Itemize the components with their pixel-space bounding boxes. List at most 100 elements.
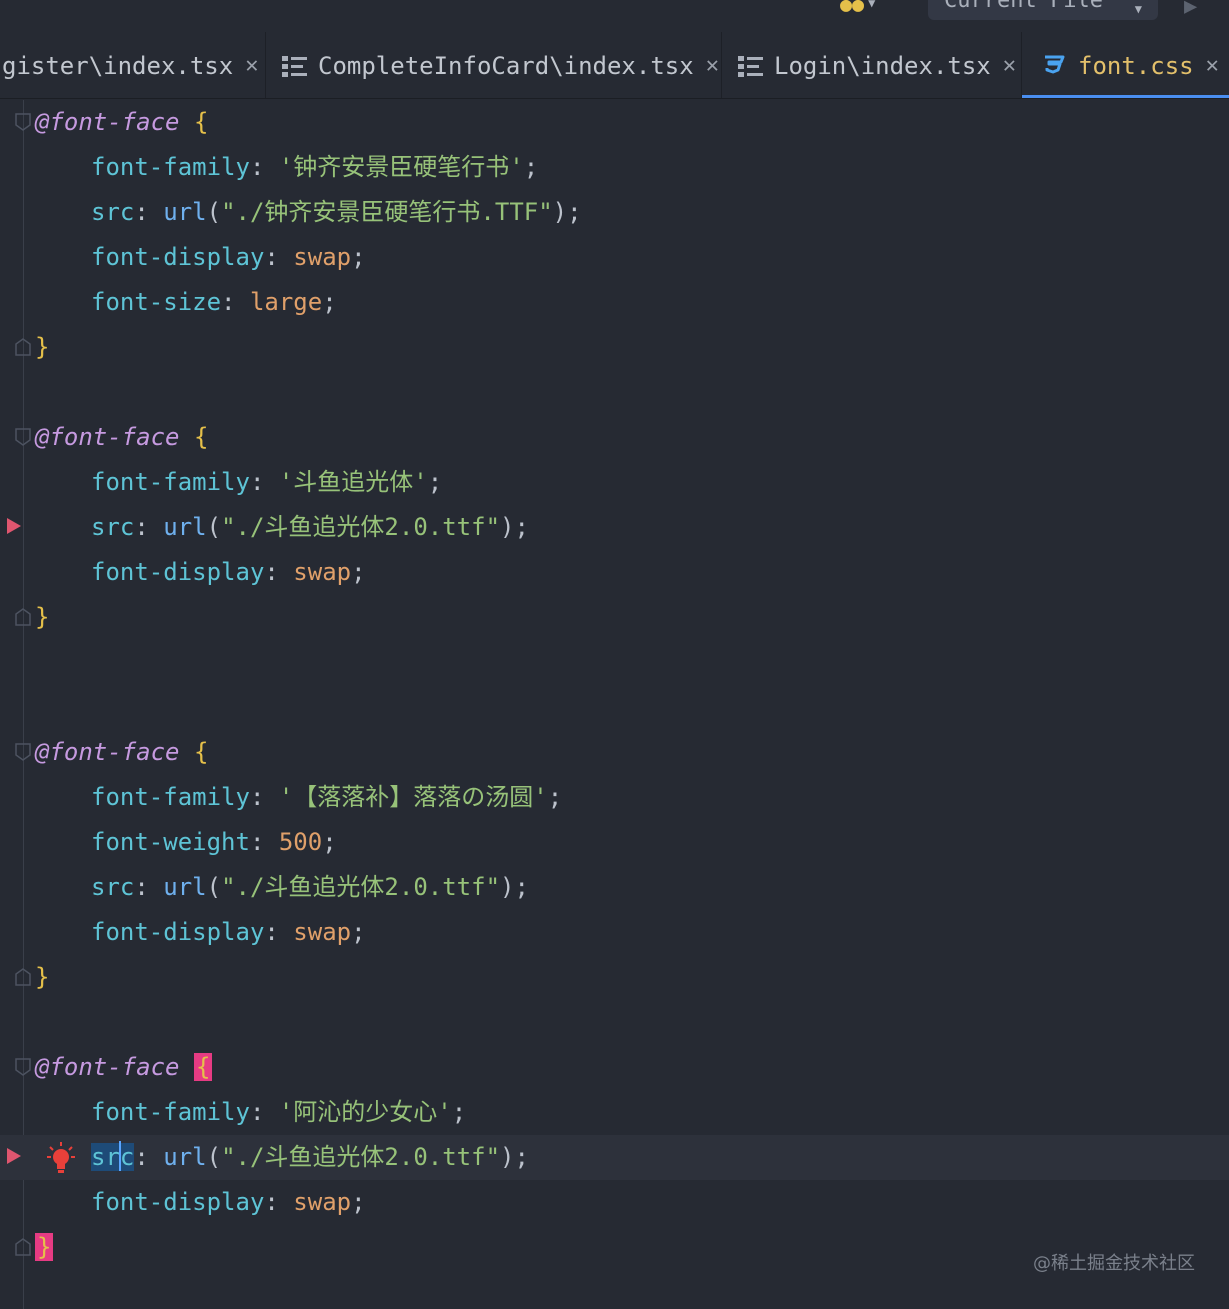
semicolon: ; (567, 198, 582, 226)
at-rule: @font-face (35, 108, 180, 136)
at-rule: @font-face (35, 1053, 180, 1081)
close-brace-matched: } (35, 1233, 54, 1261)
css-string-value: "./斗鱼追光体2.0.ttf" (221, 513, 501, 541)
code-line[interactable]: font-display: swap; (0, 910, 1229, 955)
code-line[interactable]: } (0, 955, 1229, 1000)
active-tab-indicator (1022, 95, 1229, 98)
fold-close-icon[interactable] (15, 338, 31, 356)
css-property-part: sr (91, 1143, 120, 1171)
run-configuration-select[interactable]: Current File ▼ (928, 0, 1158, 20)
run-button[interactable]: ▶ (1184, 0, 1197, 19)
fold-close-icon[interactable] (15, 608, 31, 626)
css-function: url (163, 198, 207, 226)
css-function: url (163, 1143, 207, 1171)
users-icon: ●● (840, 0, 865, 16)
css-property-part: c (119, 1143, 135, 1171)
code-line[interactable]: } (0, 325, 1229, 370)
semicolon: ; (322, 828, 337, 856)
code-line[interactable]: font-display: swap; (0, 235, 1229, 280)
colon: : (264, 1188, 294, 1216)
current-code-line[interactable]: src: url("./斗鱼追光体2.0.ttf"); (0, 1135, 1229, 1180)
css-string-value: '【落落补】落落の汤圆' (278, 783, 548, 811)
css-property: font-family (91, 1098, 250, 1126)
open-brace: { (193, 423, 209, 451)
colon: : (134, 513, 164, 541)
css-property: font-size (91, 288, 222, 316)
tab-completeinfocard-index[interactable]: CompleteInfoCard\index.tsx ✕ (266, 32, 722, 98)
code-line[interactable]: font-size: large; (0, 280, 1229, 325)
css-keyword-value: swap (293, 1188, 352, 1216)
code-line[interactable]: @font-face { (0, 730, 1229, 775)
semicolon: ; (451, 1098, 467, 1126)
css-property: font-display (91, 918, 265, 946)
tab-login-index[interactable]: Login\index.tsx ✕ (722, 32, 1022, 98)
colon: : (249, 153, 279, 181)
close-icon[interactable]: ✕ (1206, 53, 1219, 78)
fold-open-icon[interactable] (15, 113, 31, 131)
top-toolbar: ●● ▼ Current File ▼ ▶ (0, 0, 1229, 32)
lightbulb-icon[interactable] (46, 1141, 76, 1175)
semicolon: ; (514, 1143, 529, 1171)
close-icon[interactable]: ✕ (245, 53, 258, 78)
semicolon: ; (322, 288, 337, 316)
close-icon[interactable]: ✕ (706, 53, 719, 78)
open-brace-matched: { (193, 1053, 213, 1081)
code-line[interactable]: @font-face { (0, 415, 1229, 460)
code-line[interactable]: font-weight: 500; (0, 820, 1229, 865)
code-editor[interactable]: @font-face { font-family: '钟齐安景臣硬笔行书'; s… (0, 100, 1229, 1309)
semicolon: ; (514, 873, 529, 901)
css-property-selected: src (91, 1141, 135, 1171)
tab-font-css[interactable]: font.css ✕ (1022, 32, 1229, 98)
css-function: url (163, 873, 207, 901)
fold-open-icon[interactable] (15, 1058, 31, 1076)
css-number-value: 500 (278, 828, 323, 856)
code-line[interactable]: font-family: '【落落补】落落の汤圆'; (0, 775, 1229, 820)
css-keyword-value: swap (293, 243, 352, 271)
close-brace: } (35, 603, 50, 631)
at-rule: @font-face (35, 738, 180, 766)
code-line[interactable]: font-family: '钟齐安景臣硬笔行书'; (0, 145, 1229, 190)
open-brace: { (193, 738, 209, 766)
tab-label: Login\index.tsx (774, 51, 991, 80)
code-line[interactable]: src: url("./斗鱼追光体2.0.ttf"); (0, 865, 1229, 910)
css-property: font-display (91, 1188, 265, 1216)
semicolon: ; (351, 918, 366, 946)
semicolon: ; (523, 153, 539, 181)
tab-label: CompleteInfoCard\index.tsx (318, 51, 694, 80)
css-property: src (91, 198, 135, 226)
code-line[interactable]: src: url("./斗鱼追光体2.0.ttf"); (0, 505, 1229, 550)
css-string-value: '阿沁的少女心' (278, 1098, 452, 1126)
code-line[interactable]: } (0, 595, 1229, 640)
code-line[interactable]: font-display: swap; (0, 1180, 1229, 1225)
code-line[interactable]: src: url("./钟齐安景臣硬笔行书.TTF"); (0, 190, 1229, 235)
fold-open-icon[interactable] (15, 743, 31, 761)
code-line[interactable]: font-family: '斗鱼追光体'; (0, 460, 1229, 505)
colon: : (264, 243, 294, 271)
play-icon: ▶ (1184, 0, 1198, 19)
breakpoint-marker-icon[interactable] (7, 518, 21, 534)
code-line[interactable]: @font-face { (0, 1045, 1229, 1090)
code-line[interactable]: @font-face { (0, 100, 1229, 145)
at-rule: @font-face (35, 423, 180, 451)
fold-open-icon[interactable] (15, 428, 31, 446)
semicolon: ; (547, 783, 563, 811)
semicolon: ; (351, 243, 366, 271)
css-string-value: "./钟齐安景臣硬笔行书.TTF" (221, 198, 553, 226)
fold-close-icon[interactable] (15, 968, 31, 986)
breakpoint-marker-icon[interactable] (7, 1148, 21, 1164)
close-icon[interactable]: ✕ (1003, 53, 1016, 78)
css-property: font-display (91, 243, 265, 271)
code-line[interactable]: font-display: swap; (0, 550, 1229, 595)
tab-register-index[interactable]: gister\index.tsx ✕ (0, 32, 266, 98)
user-account-button[interactable]: ●● ▼ (840, 0, 892, 16)
css-property: src (91, 873, 135, 901)
fold-close-icon[interactable] (15, 1238, 31, 1256)
close-brace: } (35, 963, 50, 991)
semicolon: ; (351, 558, 366, 586)
css-property: font-family (91, 783, 250, 811)
code-line[interactable]: font-family: '阿沁的少女心'; (0, 1090, 1229, 1135)
css-icon (1042, 54, 1070, 78)
css-keyword-value: swap (293, 918, 352, 946)
chevron-down-icon: ▼ (868, 0, 876, 10)
tab-label: gister\index.tsx (2, 51, 234, 80)
